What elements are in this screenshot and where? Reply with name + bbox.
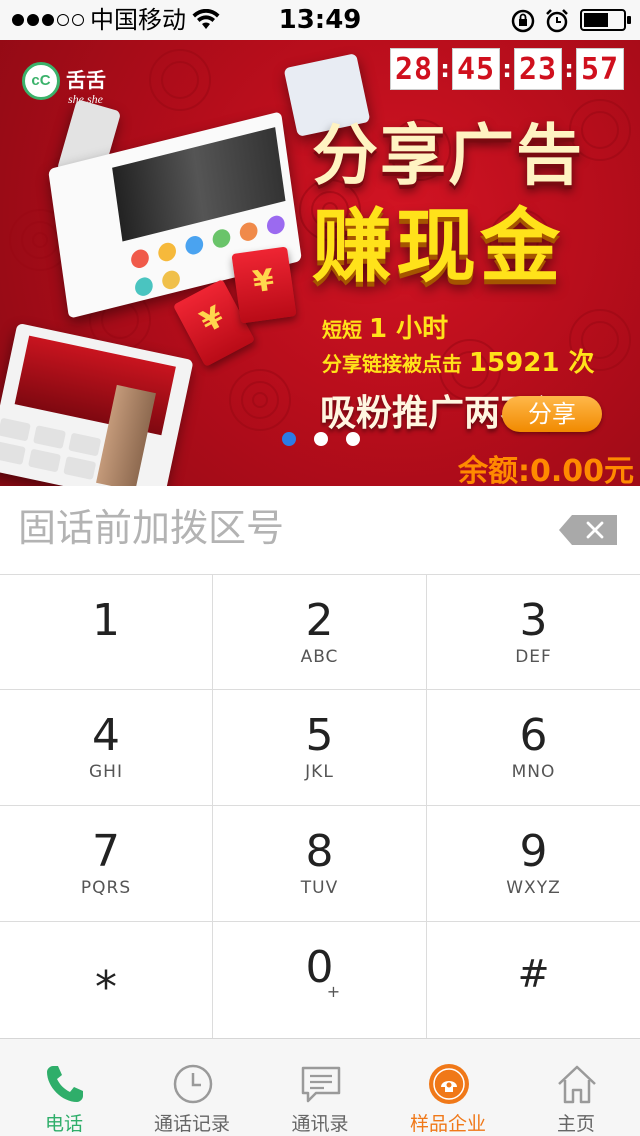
key-7[interactable]: 7 PQRS xyxy=(0,806,213,922)
tab-sample-enterprise[interactable]: 样品企业 xyxy=(384,1039,512,1136)
key-0[interactable]: 0 + xyxy=(213,922,427,1039)
message-icon xyxy=(301,1066,341,1103)
countdown-separator: : xyxy=(440,55,450,83)
key-2[interactable]: 2 ABC xyxy=(213,575,427,690)
status-bar: 中国移动 13:49 xyxy=(0,0,640,40)
countdown-timer: 28 : 45 : 23 : 57 xyxy=(390,48,624,90)
pager-dot[interactable] xyxy=(346,432,360,446)
banner-pager[interactable] xyxy=(282,432,360,446)
key-6[interactable]: 6 MNO xyxy=(427,690,640,806)
tab-phone[interactable]: 电话 xyxy=(0,1039,128,1136)
logo-mark: cC xyxy=(22,62,60,100)
tab-home[interactable]: 主页 xyxy=(512,1039,640,1136)
key-5[interactable]: 5 JKL xyxy=(213,690,427,806)
countdown-minutes: 23 xyxy=(514,48,562,90)
rotation-lock-icon xyxy=(511,9,535,33)
key-3[interactable]: 3 DEF xyxy=(427,575,640,690)
countdown-days: 28 xyxy=(390,48,438,90)
countdown-hours: 45 xyxy=(452,48,500,90)
bottom-tab-bar: 电话 通话记录 通讯录 样品企业 主页 xyxy=(0,1038,640,1136)
banner-line-clicks: 分享链接被点击 15921 次 xyxy=(322,348,595,378)
banner-line-duration: 短短 1 小时 xyxy=(322,314,449,344)
tab-contacts[interactable]: 通讯录 xyxy=(256,1039,384,1136)
key-9[interactable]: 9 WXYZ xyxy=(427,806,640,922)
logo-text: 舌舌 xyxy=(66,68,106,92)
tab-call-history[interactable]: 通话记录 xyxy=(128,1039,256,1136)
enterprise-icon xyxy=(429,1064,469,1104)
pager-dot[interactable] xyxy=(314,432,328,446)
battery-icon xyxy=(580,9,631,31)
home-icon xyxy=(558,1065,596,1104)
banner-subheadline: 赚现金 xyxy=(312,200,564,293)
key-4[interactable]: 4 GHI xyxy=(0,690,213,806)
key-star[interactable]: ⁎ xyxy=(0,922,213,1039)
key-8[interactable]: 8 TUV xyxy=(213,806,427,922)
key-hash[interactable]: # xyxy=(427,922,640,1039)
red-envelope-icon: ¥ xyxy=(231,246,297,324)
countdown-seconds: 57 xyxy=(576,48,624,90)
phone-number-input[interactable] xyxy=(18,498,538,558)
pager-dot-active[interactable] xyxy=(282,432,296,446)
backspace-icon[interactable] xyxy=(558,514,618,546)
key-1[interactable]: 1 xyxy=(0,575,213,690)
countdown-separator: : xyxy=(502,55,512,83)
clock-icon xyxy=(173,1064,213,1104)
dial-input-row xyxy=(0,486,640,574)
share-button[interactable]: 分享 xyxy=(502,396,602,432)
promo-banner[interactable]: cC 舌舌 she she 28 : 45 : 23 : 57 ¥ ¥ 分享广告… xyxy=(0,40,640,486)
mockup-red-screen xyxy=(14,335,176,436)
account-balance: 余额:0.00元 xyxy=(457,454,634,486)
alarm-icon xyxy=(546,9,568,33)
plus-hint: + xyxy=(326,982,341,1001)
countdown-separator: : xyxy=(564,55,574,83)
phone-icon xyxy=(47,1066,83,1102)
dial-keypad: 1 2 ABC 3 DEF 4 GHI 5 JKL 6 MNO 7 PQRS 8… xyxy=(0,574,640,1039)
mockup-keys xyxy=(0,417,109,482)
